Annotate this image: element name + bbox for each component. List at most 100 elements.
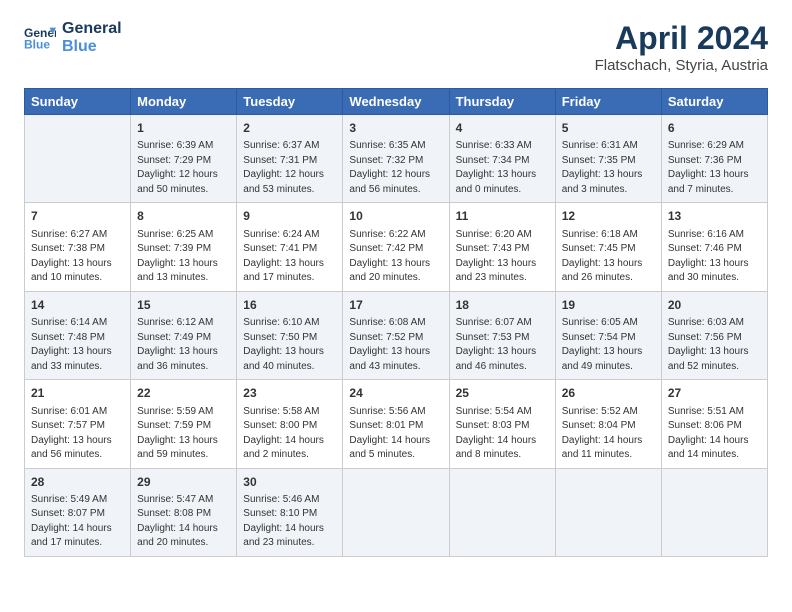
day-content: Sunrise: 6:22 AM Sunset: 7:42 PM Dayligh… xyxy=(349,228,442,286)
calendar-cell xyxy=(25,115,131,203)
day-content: Sunrise: 6:33 AM Sunset: 7:34 PM Dayligh… xyxy=(456,139,549,197)
calendar-cell: 15Sunrise: 6:12 AM Sunset: 7:49 PM Dayli… xyxy=(131,291,237,379)
weekday-header-row: SundayMondayTuesdayWednesdayThursdayFrid… xyxy=(25,89,768,115)
title-block: April 2024 Flatschach, Styria, Austria xyxy=(595,20,768,74)
location-subtitle: Flatschach, Styria, Austria xyxy=(595,57,768,74)
day-number: 21 xyxy=(31,385,124,402)
day-number: 14 xyxy=(31,297,124,314)
day-number: 2 xyxy=(243,120,336,137)
calendar-cell: 30Sunrise: 5:46 AM Sunset: 8:10 PM Dayli… xyxy=(237,468,343,556)
calendar-cell xyxy=(343,468,449,556)
day-number: 27 xyxy=(668,385,761,402)
day-number: 5 xyxy=(562,120,655,137)
day-content: Sunrise: 5:58 AM Sunset: 8:00 PM Dayligh… xyxy=(243,405,336,463)
calendar-cell: 26Sunrise: 5:52 AM Sunset: 8:04 PM Dayli… xyxy=(555,380,661,468)
day-number: 9 xyxy=(243,208,336,225)
day-content: Sunrise: 6:07 AM Sunset: 7:53 PM Dayligh… xyxy=(456,316,549,374)
logo-icon: General Blue xyxy=(24,24,56,52)
weekday-header-saturday: Saturday xyxy=(661,89,767,115)
logo-general: General xyxy=(62,20,122,38)
day-content: Sunrise: 6:14 AM Sunset: 7:48 PM Dayligh… xyxy=(31,316,124,374)
day-number: 28 xyxy=(31,474,124,491)
calendar-cell: 27 Sunrise: 5:51 AM Sunset: 8:06 PM Dayli… xyxy=(661,380,767,468)
calendar-cell xyxy=(449,468,555,556)
calendar-cell: 14 Sunrise: 6:14 AM Sunset: 7:48 PM Dayli… xyxy=(25,291,131,379)
day-number: 29 xyxy=(137,474,230,491)
weekday-header-friday: Friday xyxy=(555,89,661,115)
calendar-week-row: 28 Sunrise: 5:49 AM Sunset: 8:07 PM Dayli… xyxy=(25,468,768,556)
day-number: 4 xyxy=(456,120,549,137)
calendar-cell: 8 Sunrise: 6:25 AM Sunset: 7:39 PM Daylig… xyxy=(131,203,237,291)
day-number: 24 xyxy=(349,385,442,402)
calendar-cell: 20 Sunrise: 6:03 AM Sunset: 7:56 PM Dayli… xyxy=(661,291,767,379)
day-number: 18 xyxy=(456,297,549,314)
day-content: Sunrise: 5:59 AM Sunset: 7:59 PM Dayligh… xyxy=(137,405,230,463)
day-number: 17 xyxy=(349,297,442,314)
calendar-cell: 13Sunrise: 6:16 AM Sunset: 7:46 PM Dayli… xyxy=(661,203,767,291)
calendar-cell: 12 Sunrise: 6:18 AM Sunset: 7:45 PM Dayli… xyxy=(555,203,661,291)
day-content: Sunrise: 6:35 AM Sunset: 7:32 PM Dayligh… xyxy=(349,139,442,197)
calendar-cell xyxy=(661,468,767,556)
day-number: 3 xyxy=(349,120,442,137)
day-content: Sunrise: 6:37 AM Sunset: 7:31 PM Dayligh… xyxy=(243,139,336,197)
calendar-week-row: 14 Sunrise: 6:14 AM Sunset: 7:48 PM Dayli… xyxy=(25,291,768,379)
calendar-cell: 25 Sunrise: 5:54 AM Sunset: 8:03 PM Dayli… xyxy=(449,380,555,468)
logo: General Blue General Blue xyxy=(24,20,122,55)
day-content: Sunrise: 6:24 AM Sunset: 7:41 PM Dayligh… xyxy=(243,228,336,286)
calendar-cell: 28 Sunrise: 5:49 AM Sunset: 8:07 PM Dayli… xyxy=(25,468,131,556)
calendar-cell: 6Sunrise: 6:29 AM Sunset: 7:36 PM Daylig… xyxy=(661,115,767,203)
day-content: Sunrise: 6:12 AM Sunset: 7:49 PM Dayligh… xyxy=(137,316,230,374)
calendar-cell: 11Sunrise: 6:20 AM Sunset: 7:43 PM Dayli… xyxy=(449,203,555,291)
day-content: Sunrise: 6:39 AM Sunset: 7:29 PM Dayligh… xyxy=(137,139,230,197)
calendar-cell: 9 Sunrise: 6:24 AM Sunset: 7:41 PM Daylig… xyxy=(237,203,343,291)
day-content: Sunrise: 6:18 AM Sunset: 7:45 PM Dayligh… xyxy=(562,228,655,286)
day-content: Sunrise: 6:08 AM Sunset: 7:52 PM Dayligh… xyxy=(349,316,442,374)
day-number: 8 xyxy=(137,208,230,225)
weekday-header-wednesday: Wednesday xyxy=(343,89,449,115)
day-number: 25 xyxy=(456,385,549,402)
calendar-cell: 29 Sunrise: 5:47 AM Sunset: 8:08 PM Dayli… xyxy=(131,468,237,556)
calendar-table: SundayMondayTuesdayWednesdayThursdayFrid… xyxy=(24,88,768,557)
day-number: 10 xyxy=(349,208,442,225)
calendar-cell: 22 Sunrise: 5:59 AM Sunset: 7:59 PM Dayli… xyxy=(131,380,237,468)
day-content: Sunrise: 6:05 AM Sunset: 7:54 PM Dayligh… xyxy=(562,316,655,374)
svg-text:Blue: Blue xyxy=(24,37,50,51)
day-number: 1 xyxy=(137,120,230,137)
day-content: Sunrise: 6:25 AM Sunset: 7:39 PM Dayligh… xyxy=(137,228,230,286)
calendar-cell: 23 Sunrise: 5:58 AM Sunset: 8:00 PM Dayli… xyxy=(237,380,343,468)
day-content: Sunrise: 6:27 AM Sunset: 7:38 PM Dayligh… xyxy=(31,228,124,286)
day-content: Sunrise: 5:47 AM Sunset: 8:08 PM Dayligh… xyxy=(137,493,230,551)
calendar-cell: 19Sunrise: 6:05 AM Sunset: 7:54 PM Dayli… xyxy=(555,291,661,379)
day-content: Sunrise: 5:51 AM Sunset: 8:06 PM Dayligh… xyxy=(668,405,761,463)
day-number: 23 xyxy=(243,385,336,402)
day-number: 20 xyxy=(668,297,761,314)
day-content: Sunrise: 6:31 AM Sunset: 7:35 PM Dayligh… xyxy=(562,139,655,197)
day-content: Sunrise: 5:54 AM Sunset: 8:03 PM Dayligh… xyxy=(456,405,549,463)
calendar-page: General Blue General Blue April 2024 Fla… xyxy=(0,0,792,573)
weekday-header-tuesday: Tuesday xyxy=(237,89,343,115)
calendar-cell: 4 Sunrise: 6:33 AM Sunset: 7:34 PM Daylig… xyxy=(449,115,555,203)
calendar-cell: 2 Sunrise: 6:37 AM Sunset: 7:31 PM Daylig… xyxy=(237,115,343,203)
weekday-header-monday: Monday xyxy=(131,89,237,115)
calendar-cell: 5 Sunrise: 6:31 AM Sunset: 7:35 PM Daylig… xyxy=(555,115,661,203)
day-content: Sunrise: 5:49 AM Sunset: 8:07 PM Dayligh… xyxy=(31,493,124,551)
calendar-week-row: 1 Sunrise: 6:39 AM Sunset: 7:29 PM Daylig… xyxy=(25,115,768,203)
calendar-week-row: 21 Sunrise: 6:01 AM Sunset: 7:57 PM Dayli… xyxy=(25,380,768,468)
day-number: 11 xyxy=(456,208,549,225)
calendar-cell: 10 Sunrise: 6:22 AM Sunset: 7:42 PM Dayli… xyxy=(343,203,449,291)
day-content: Sunrise: 6:29 AM Sunset: 7:36 PM Dayligh… xyxy=(668,139,761,197)
day-number: 12 xyxy=(562,208,655,225)
day-number: 22 xyxy=(137,385,230,402)
calendar-cell: 3 Sunrise: 6:35 AM Sunset: 7:32 PM Daylig… xyxy=(343,115,449,203)
day-content: Sunrise: 5:46 AM Sunset: 8:10 PM Dayligh… xyxy=(243,493,336,551)
weekday-header-thursday: Thursday xyxy=(449,89,555,115)
day-number: 16 xyxy=(243,297,336,314)
day-content: Sunrise: 6:10 AM Sunset: 7:50 PM Dayligh… xyxy=(243,316,336,374)
day-number: 13 xyxy=(668,208,761,225)
calendar-cell: 17 Sunrise: 6:08 AM Sunset: 7:52 PM Dayli… xyxy=(343,291,449,379)
calendar-cell: 18 Sunrise: 6:07 AM Sunset: 7:53 PM Dayli… xyxy=(449,291,555,379)
header: General Blue General Blue April 2024 Fla… xyxy=(24,20,768,74)
logo-blue: Blue xyxy=(62,38,122,56)
day-content: Sunrise: 6:03 AM Sunset: 7:56 PM Dayligh… xyxy=(668,316,761,374)
day-content: Sunrise: 6:01 AM Sunset: 7:57 PM Dayligh… xyxy=(31,405,124,463)
